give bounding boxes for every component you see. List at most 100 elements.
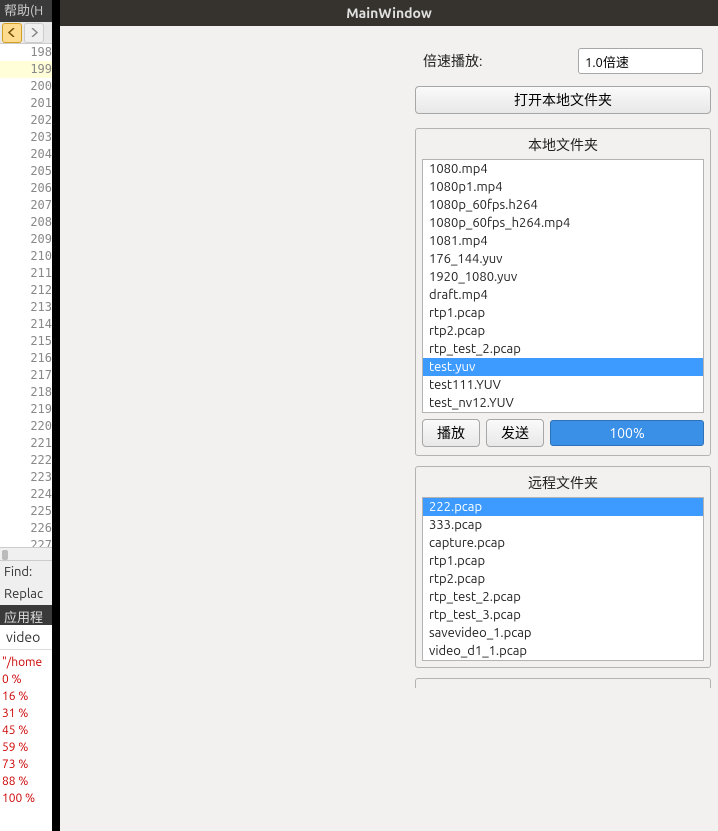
output-line: 59 % <box>2 739 58 756</box>
line-number: 206 <box>0 180 60 197</box>
line-number: 204 <box>0 146 60 163</box>
line-number: 217 <box>0 367 60 384</box>
play-label: 播放 <box>437 423 465 443</box>
line-number: 223 <box>0 469 60 486</box>
list-item[interactable]: test111.YUV <box>423 376 703 394</box>
line-number: 219 <box>0 401 60 418</box>
list-item[interactable]: video_d1_1.pcap <box>423 642 703 660</box>
line-number: 222 <box>0 452 60 469</box>
remote-folder-panel: 远程文件夹 222.pcap333.pcapcapture.pcaprtp1.p… <box>415 466 711 668</box>
output-line: 0 % <box>2 671 58 688</box>
line-number: 207 <box>0 197 60 214</box>
nav-forward-button[interactable] <box>24 23 44 43</box>
list-item[interactable]: test_nv12.YUV <box>423 394 703 412</box>
editor-nav <box>0 22 60 44</box>
speed-value: 1.0倍速 <box>585 52 629 71</box>
list-item[interactable]: 1080.mp4 <box>423 160 703 178</box>
app-output-tab[interactable]: 应用程 <box>0 605 60 625</box>
line-number: 210 <box>0 248 60 265</box>
list-item[interactable]: capture.pcap <box>423 534 703 552</box>
play-button[interactable]: 播放 <box>422 419 480 447</box>
list-item[interactable]: 176_144.yuv <box>423 250 703 268</box>
progress-text: 100% <box>609 425 644 441</box>
send-button[interactable]: 发送 <box>486 419 544 447</box>
find-replace-panel: Find: Replac <box>0 561 60 605</box>
line-number: 216 <box>0 350 60 367</box>
output-title: video <box>0 625 60 650</box>
output-line: 45 % <box>2 722 58 739</box>
list-item[interactable]: rtp1.pcap <box>423 304 703 322</box>
open-folder-button[interactable]: 打开本地文件夹 <box>415 86 711 114</box>
output-log: "/home0 %16 %31 %45 %59 %73 %88 %100 % <box>0 650 60 811</box>
line-number: 213 <box>0 299 60 316</box>
line-number: 220 <box>0 418 60 435</box>
line-number: 221 <box>0 435 60 452</box>
scrollbar-thumb[interactable] <box>2 550 8 560</box>
line-number: 211 <box>0 265 60 282</box>
open-folder-label: 打开本地文件夹 <box>514 90 612 110</box>
line-number: 198 <box>0 44 60 61</box>
editor-h-scrollbar[interactable] <box>0 547 60 561</box>
line-number: 205 <box>0 163 60 180</box>
list-item[interactable]: draft.mp4 <box>423 286 703 304</box>
list-item[interactable]: rtp2.pcap <box>423 570 703 588</box>
line-number: 226 <box>0 520 60 537</box>
speed-label: 倍速播放: <box>423 51 578 71</box>
line-number: 218 <box>0 384 60 401</box>
editor-pane: 帮助(H 19819920020120220320420520620720820… <box>0 0 60 831</box>
remote-folder-title: 远程文件夹 <box>416 467 710 497</box>
line-number: 209 <box>0 231 60 248</box>
line-number: 200 <box>0 78 60 95</box>
list-item[interactable]: 1080p_60fps.h264 <box>423 196 703 214</box>
titlebar[interactable]: MainWindow <box>60 0 718 26</box>
line-number: 203 <box>0 129 60 146</box>
send-label: 发送 <box>501 423 529 443</box>
speed-select[interactable]: 1.0倍速 <box>578 48 703 74</box>
line-number: 201 <box>0 95 60 112</box>
list-item[interactable]: rtp_test_3.pcap <box>423 606 703 624</box>
client-area: 倍速播放: 1.0倍速 打开本地文件夹 本地文件夹 1080.mp41080p1… <box>60 26 718 831</box>
progress-bar: 100% <box>550 420 704 446</box>
local-folder-title: 本地文件夹 <box>416 129 710 159</box>
line-number: 225 <box>0 503 60 520</box>
local-file-list[interactable]: 1080.mp41080p1.mp41080p_60fps.h2641080p_… <box>422 159 704 413</box>
line-number-gutter: 1981992002012022032042052062072082092102… <box>0 44 60 554</box>
output-line: 88 % <box>2 773 58 790</box>
list-item[interactable]: savevideo_1.pcap <box>423 624 703 642</box>
window-border <box>52 0 60 831</box>
list-item[interactable]: rtp_test_2.pcap <box>423 588 703 606</box>
bottom-panel-stub <box>415 678 711 688</box>
speed-row: 倍速播放: 1.0倍速 <box>415 40 711 82</box>
replace-label: Replac <box>0 583 60 605</box>
output-panel: video "/home0 %16 %31 %45 %59 %73 %88 %1… <box>0 625 60 831</box>
list-item[interactable]: test.yuv <box>423 358 703 376</box>
find-label: Find: <box>0 561 60 583</box>
output-line: 100 % <box>2 790 58 807</box>
output-line: 73 % <box>2 756 58 773</box>
line-number: 202 <box>0 112 60 129</box>
output-line: 16 % <box>2 688 58 705</box>
line-number: 212 <box>0 282 60 299</box>
output-line: 31 % <box>2 705 58 722</box>
chevron-right-icon <box>30 28 39 37</box>
line-number: 199 <box>0 61 60 78</box>
list-item[interactable]: rtp_test_2.pcap <box>423 340 703 358</box>
main-window: MainWindow 倍速播放: 1.0倍速 打开本地文件夹 本地文件夹 108… <box>60 0 718 831</box>
output-line: "/home <box>2 654 58 671</box>
chevron-left-icon <box>8 28 17 37</box>
list-item[interactable]: rtp2.pcap <box>423 322 703 340</box>
list-item[interactable]: 1081.mp4 <box>423 232 703 250</box>
list-item[interactable]: rtp1.pcap <box>423 552 703 570</box>
list-item[interactable]: 1920_1080.yuv <box>423 268 703 286</box>
line-number: 214 <box>0 316 60 333</box>
list-item[interactable]: 1080p_60fps_h264.mp4 <box>423 214 703 232</box>
line-number: 224 <box>0 486 60 503</box>
nav-back-button[interactable] <box>2 23 22 43</box>
list-item[interactable]: 222.pcap <box>423 498 703 516</box>
line-number: 208 <box>0 214 60 231</box>
remote-file-list[interactable]: 222.pcap333.pcapcapture.pcaprtp1.pcaprtp… <box>422 497 704 661</box>
list-item[interactable]: 1080p1.mp4 <box>423 178 703 196</box>
list-item[interactable]: 333.pcap <box>423 516 703 534</box>
local-folder-panel: 本地文件夹 1080.mp41080p1.mp41080p_60fps.h264… <box>415 128 711 456</box>
menubar-help[interactable]: 帮助(H <box>0 0 60 22</box>
